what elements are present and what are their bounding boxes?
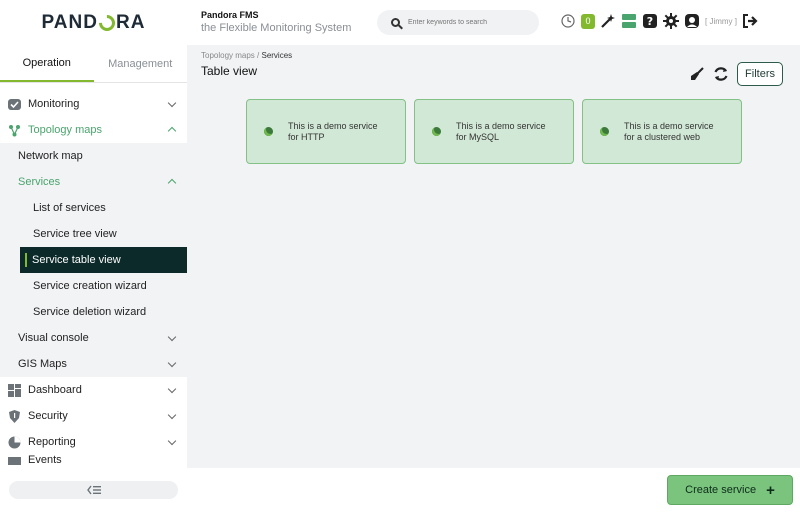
chevron-down-icon bbox=[167, 98, 177, 108]
chevron-down-icon bbox=[167, 332, 177, 342]
sidebar-item-label: Dashboard bbox=[28, 384, 82, 396]
sidebar-item-topology-maps[interactable]: Topology maps bbox=[0, 117, 187, 143]
server-icon[interactable] bbox=[621, 13, 637, 29]
sidebar-item-label: Service table view bbox=[32, 254, 121, 266]
sidebar-item-list-of-services[interactable]: List of services bbox=[0, 195, 187, 221]
service-card[interactable]: This is a demo service for a clustered w… bbox=[582, 99, 742, 164]
logo-o-icon bbox=[95, 11, 119, 34]
globe-status-icon bbox=[600, 127, 609, 136]
collapse-sidebar-button[interactable] bbox=[9, 481, 178, 499]
sidebar-item-label: Service creation wizard bbox=[33, 280, 147, 292]
tab-operation[interactable]: Operation bbox=[0, 45, 94, 82]
sidebar-item-visual-console[interactable]: Visual console bbox=[0, 325, 187, 351]
brand-title: Pandora FMS bbox=[201, 10, 259, 20]
chevron-up-icon bbox=[167, 126, 177, 136]
service-name: This is a demo service for a clustered w… bbox=[624, 120, 714, 142]
service-name: This is a demo service for MySQL bbox=[456, 120, 546, 142]
topology-submenu: Network map Services List of services Se… bbox=[0, 143, 187, 377]
sidebar-menu: Monitoring Topology maps Network map Ser… bbox=[0, 83, 187, 465]
chevron-down-icon bbox=[167, 436, 177, 446]
sidebar-item-label: GIS Maps bbox=[18, 358, 67, 370]
sidebar-item-label: Security bbox=[28, 410, 68, 422]
sidebar-item-label: Events bbox=[28, 455, 62, 465]
services-table: This is a demo service for HTTP This is … bbox=[246, 99, 742, 164]
collapse-menu-icon bbox=[86, 485, 101, 495]
chevron-down-icon bbox=[167, 358, 177, 368]
topology-icon bbox=[7, 123, 21, 137]
search-icon[interactable] bbox=[391, 18, 400, 27]
sidebar-tabs: Operation Management bbox=[0, 45, 187, 83]
sidebar-item-service-deletion-wizard[interactable]: Service deletion wizard bbox=[0, 299, 187, 325]
top-header: Pandora FMS the Flexible Monitoring Syst… bbox=[187, 0, 800, 45]
sidebar-item-label: Service tree view bbox=[33, 228, 117, 240]
pie-chart-icon bbox=[7, 435, 21, 449]
logout-icon[interactable] bbox=[742, 13, 758, 29]
header-icons: 0 ? [ Jimmy ] bbox=[560, 13, 758, 29]
sidebar-item-events[interactable]: Events bbox=[0, 455, 187, 465]
breadcrumb-parent[interactable]: Topology maps bbox=[201, 51, 255, 60]
sidebar-item-service-tree-view[interactable]: Service tree view bbox=[0, 221, 187, 247]
page-title: Table view bbox=[201, 64, 258, 78]
logo-text-end: RA bbox=[115, 11, 146, 33]
notification-badge[interactable]: 0 bbox=[581, 13, 595, 29]
sidebar-item-label: Visual console bbox=[18, 332, 89, 344]
user-avatar-icon[interactable] bbox=[684, 13, 700, 29]
sidebar-item-monitoring[interactable]: Monitoring bbox=[0, 91, 187, 117]
magic-wand-icon[interactable] bbox=[600, 13, 616, 29]
globe-status-icon bbox=[432, 127, 441, 136]
sidebar-item-network-map[interactable]: Network map bbox=[0, 143, 187, 169]
globe-status-icon bbox=[264, 127, 273, 136]
brand-subtitle: the Flexible Monitoring System bbox=[201, 22, 352, 34]
breadcrumb: Topology maps / Services bbox=[201, 51, 292, 60]
sidebar-item-services[interactable]: Services bbox=[0, 169, 187, 195]
page-toolbar: Filters bbox=[689, 62, 783, 86]
help-icon[interactable]: ? bbox=[642, 13, 658, 29]
gear-icon[interactable] bbox=[663, 13, 679, 29]
create-service-label: Create service bbox=[685, 484, 757, 496]
sidebar-item-dashboard[interactable]: Dashboard bbox=[0, 377, 187, 403]
service-name: This is a demo service for HTTP bbox=[288, 120, 378, 142]
action-footer: Create service + bbox=[187, 468, 800, 513]
chevron-down-icon bbox=[167, 410, 177, 420]
search-bar bbox=[377, 10, 539, 35]
username-label[interactable]: [ Jimmy ] bbox=[705, 17, 737, 26]
sidebar-item-service-creation-wizard[interactable]: Service creation wizard bbox=[0, 273, 187, 299]
sidebar-item-service-table-view[interactable]: Service table view bbox=[20, 247, 187, 273]
sidebar-item-label: List of services bbox=[33, 202, 106, 214]
broom-icon[interactable] bbox=[689, 66, 705, 82]
dashboard-icon bbox=[7, 383, 21, 397]
search-input[interactable] bbox=[408, 19, 518, 26]
sidebar-item-gis-maps[interactable]: GIS Maps bbox=[0, 351, 187, 377]
sidebar-item-label: Service deletion wizard bbox=[33, 306, 147, 318]
chevron-down-icon bbox=[167, 384, 177, 394]
sidebar-item-security[interactable]: Security bbox=[0, 403, 187, 429]
sidebar-item-label: Services bbox=[18, 176, 61, 188]
breadcrumb-current: Services bbox=[261, 51, 293, 60]
sidebar-item-label: Network map bbox=[18, 150, 83, 162]
sidebar-item-reporting[interactable]: Reporting bbox=[0, 429, 187, 455]
svg-text:?: ? bbox=[647, 15, 653, 28]
sidebar-item-label: Topology maps bbox=[28, 124, 102, 136]
filters-button[interactable]: Filters bbox=[737, 62, 783, 86]
service-card[interactable]: This is a demo service for HTTP bbox=[246, 99, 406, 164]
service-card[interactable]: This is a demo service for MySQL bbox=[414, 99, 574, 164]
events-icon bbox=[7, 455, 21, 465]
sidebar: PAND RA Operation Management Monitoring T… bbox=[0, 0, 187, 513]
shield-icon bbox=[7, 409, 21, 423]
chevron-up-icon bbox=[167, 178, 177, 188]
pandora-logo[interactable]: PAND RA bbox=[0, 0, 187, 45]
sidebar-item-label: Reporting bbox=[28, 436, 76, 448]
create-service-button[interactable]: Create service + bbox=[667, 475, 793, 505]
plus-icon: + bbox=[766, 481, 775, 499]
clock-refresh-icon[interactable] bbox=[560, 13, 576, 29]
sidebar-item-label: Monitoring bbox=[28, 98, 80, 110]
monitoring-icon bbox=[7, 97, 21, 111]
refresh-icon[interactable] bbox=[713, 66, 729, 82]
tab-management[interactable]: Management bbox=[94, 45, 188, 82]
logo-text: PAND bbox=[41, 11, 98, 33]
